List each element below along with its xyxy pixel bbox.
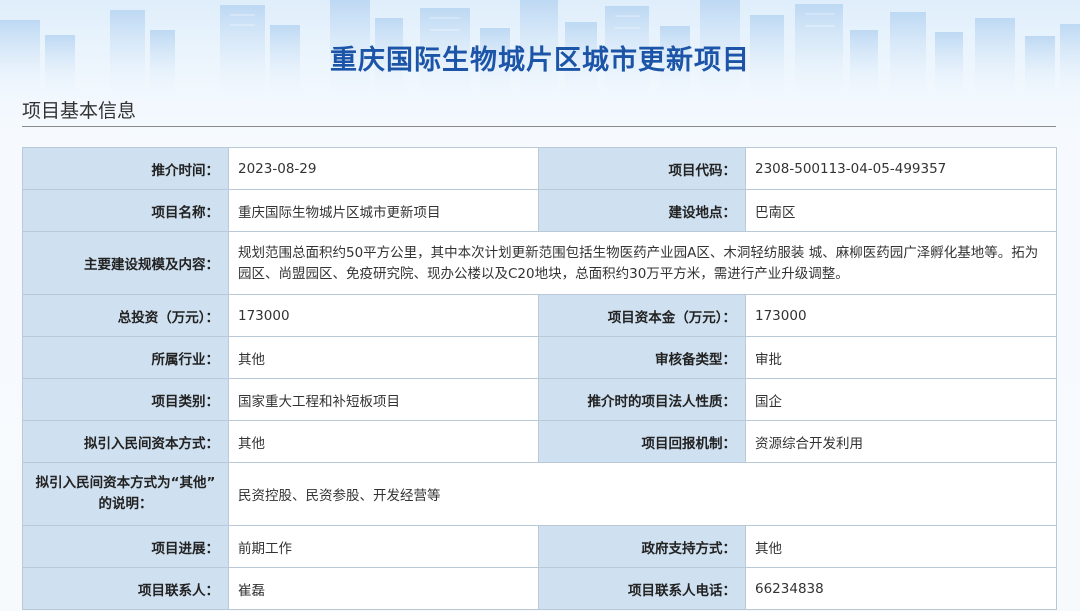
industry-value: 其他 [228,336,539,379]
contact-label: 项目联系人： [22,567,229,610]
gov-support-value: 其他 [745,525,1057,568]
location-value: 巴南区 [745,189,1057,232]
private-capital-method-value: 其他 [228,420,539,463]
project-info-table: 推介时间： 2023-08-29 项目代码： 2308-500113-04-05… [22,147,1057,610]
other-explanation-label-line2: 的说明： [98,496,153,512]
table-row: 推介时间： 2023-08-29 项目代码： 2308-500113-04-05… [22,147,1057,190]
table-row: 项目进展： 前期工作 政府支持方式： 其他 [22,525,1057,568]
section-title: 项目基本信息 [22,100,137,122]
total-investment-value: 173000 [228,294,539,337]
scale-content-label: 主要建设规模及内容： [22,231,229,295]
industry-label: 所属行业： [22,336,229,379]
approval-type-label: 审核备类型： [538,336,746,379]
table-row: 主要建设规模及内容： 规划范围总面积约50平方公里，其中本次计划更新范围包括生物… [22,231,1057,295]
progress-label: 项目进展： [22,525,229,568]
project-name-value: 重庆国际生物城片区城市更新项目 [228,189,539,232]
table-row: 所属行业： 其他 审核备类型： 审批 [22,336,1057,379]
table-row: 项目名称： 重庆国际生物城片区城市更新项目 建设地点： 巴南区 [22,189,1057,232]
table-row: 拟引入民间资本方式为“其他” 的说明： 民资控股、民资参股、开发经营等 [22,462,1057,526]
return-mechanism-value: 资源综合开发利用 [745,420,1057,463]
other-explanation-label: 拟引入民间资本方式为“其他” 的说明： [22,462,229,526]
category-value: 国家重大工程和补短板项目 [228,378,539,421]
other-explanation-label-line1: 拟引入民间资本方式为“其他” [35,475,216,491]
page-title: 重庆国际生物城片区城市更新项目 [330,45,750,76]
project-name-label: 项目名称： [22,189,229,232]
approval-type-value: 审批 [745,336,1057,379]
capital-value: 173000 [745,294,1057,337]
project-code-label: 项目代码： [538,147,746,190]
progress-value: 前期工作 [228,525,539,568]
capital-label: 项目资本金（万元）： [538,294,746,337]
legal-nature-value: 国企 [745,378,1057,421]
scale-content-value: 规划范围总面积约50平方公里，其中本次计划更新范围包括生物医药产业园A区、木洞轻… [228,231,1057,295]
return-mechanism-label: 项目回报机制： [538,420,746,463]
contact-value: 崔磊 [228,567,539,610]
recommend-time-label: 推介时间： [22,147,229,190]
contact-phone-value: 66234838 [745,567,1057,610]
contact-phone-label: 项目联系人电话： [538,567,746,610]
table-row: 项目类别： 国家重大工程和补短板项目 推介时的项目法人性质： 国企 [22,378,1057,421]
table-row: 总投资（万元）： 173000 项目资本金（万元）： 173000 [22,294,1057,337]
legal-nature-label: 推介时的项目法人性质： [538,378,746,421]
table-row: 项目联系人： 崔磊 项目联系人电话： 66234838 [22,567,1057,610]
gov-support-label: 政府支持方式： [538,525,746,568]
other-explanation-value: 民资控股、民资参股、开发经营等 [228,462,1057,526]
category-label: 项目类别： [22,378,229,421]
location-label: 建设地点： [538,189,746,232]
section-divider [22,126,1056,127]
recommend-time-value: 2023-08-29 [228,147,539,190]
project-code-value: 2308-500113-04-05-499357 [745,147,1057,190]
private-capital-method-label: 拟引入民间资本方式： [22,420,229,463]
total-investment-label: 总投资（万元）： [22,294,229,337]
table-row: 拟引入民间资本方式： 其他 项目回报机制： 资源综合开发利用 [22,420,1057,463]
